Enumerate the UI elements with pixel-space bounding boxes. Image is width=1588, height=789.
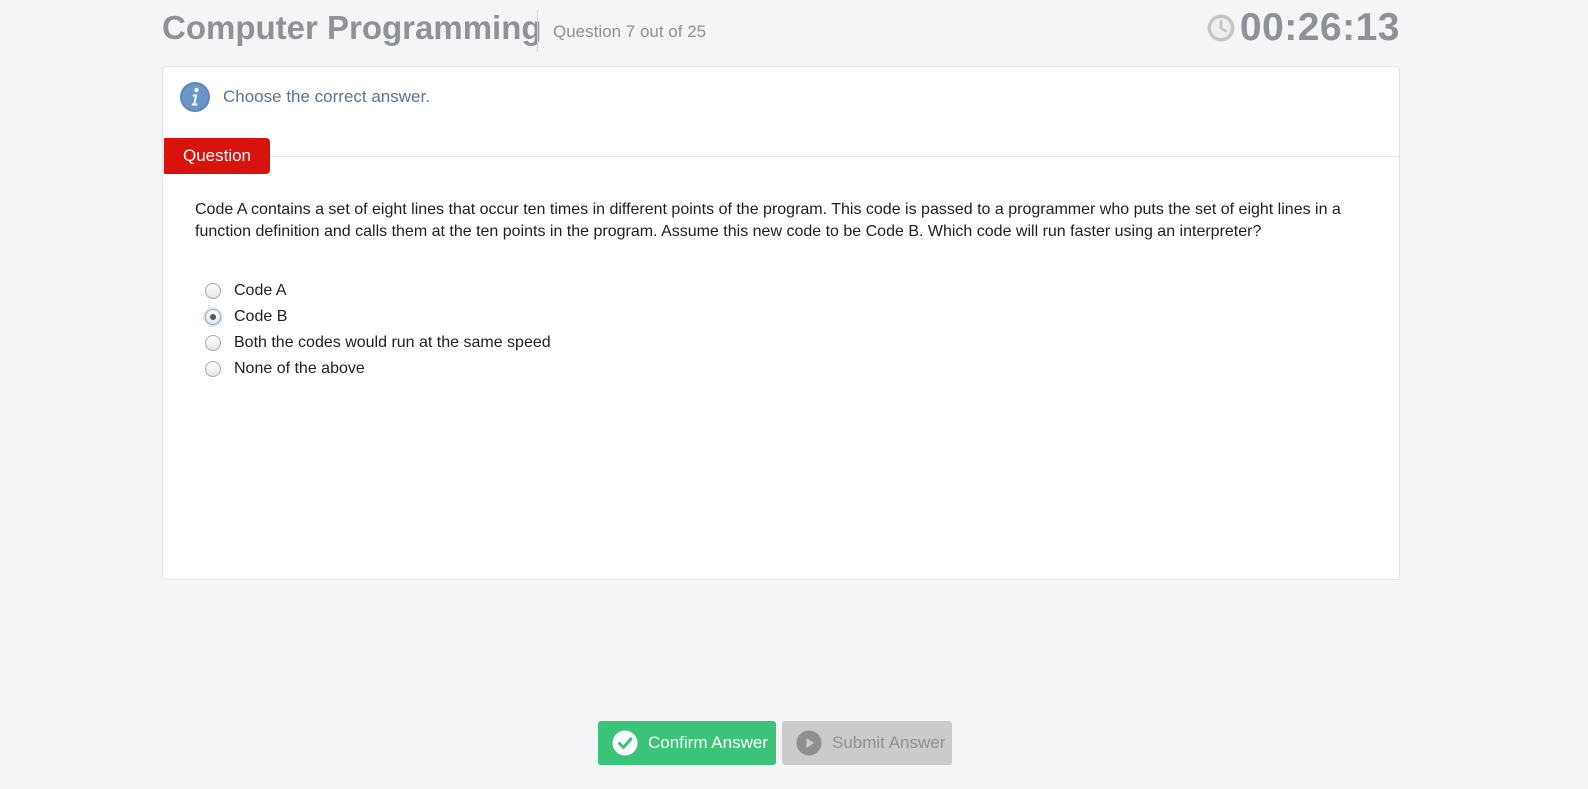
tab-divider xyxy=(163,156,1399,157)
answer-option[interactable]: Code A xyxy=(205,278,551,304)
question-tab: Question xyxy=(164,138,270,174)
submit-answer-label: Submit Answer xyxy=(832,733,946,752)
radio-button[interactable] xyxy=(205,335,221,351)
page-title: Computer Programming xyxy=(162,9,542,46)
option-label: Code A xyxy=(234,282,287,299)
answer-option[interactable]: Code B xyxy=(205,304,551,330)
confirm-answer-button[interactable]: Confirm Answer xyxy=(598,721,776,765)
timer: 00:26:13 xyxy=(1206,6,1400,50)
instruction-row: Choose the correct answer. xyxy=(179,81,430,113)
checkmark-icon xyxy=(612,730,638,756)
instruction-text: Choose the correct answer. xyxy=(223,87,430,106)
timer-value: 00:26:13 xyxy=(1239,6,1400,49)
info-icon xyxy=(180,82,210,112)
header-divider xyxy=(537,10,538,52)
clock-icon xyxy=(1207,14,1235,42)
option-label: Both the codes would run at the same spe… xyxy=(234,334,551,351)
quiz-page: Computer Programming Question 7 out of 2… xyxy=(0,0,1588,789)
confirm-answer-label: Confirm Answer xyxy=(648,733,768,752)
option-label: None of the above xyxy=(234,360,365,377)
question-card: Choose the correct answer. Question Code… xyxy=(162,66,1400,580)
option-label: Code B xyxy=(234,308,288,325)
answer-options: Code A Code B Both the codes would run a… xyxy=(205,278,551,382)
play-icon xyxy=(796,730,822,756)
question-counter: Question 7 out of 25 xyxy=(553,22,707,41)
radio-button[interactable] xyxy=(205,283,221,299)
radio-button-selected[interactable] xyxy=(205,309,221,325)
submit-answer-button[interactable]: Submit Answer xyxy=(782,721,952,765)
answer-option[interactable]: Both the codes would run at the same spe… xyxy=(205,330,551,356)
radio-button[interactable] xyxy=(205,361,221,377)
answer-option[interactable]: None of the above xyxy=(205,356,551,382)
quiz-header: Computer Programming Question 7 out of 2… xyxy=(162,0,1400,60)
question-text: Code A contains a set of eight lines tha… xyxy=(195,201,1341,240)
